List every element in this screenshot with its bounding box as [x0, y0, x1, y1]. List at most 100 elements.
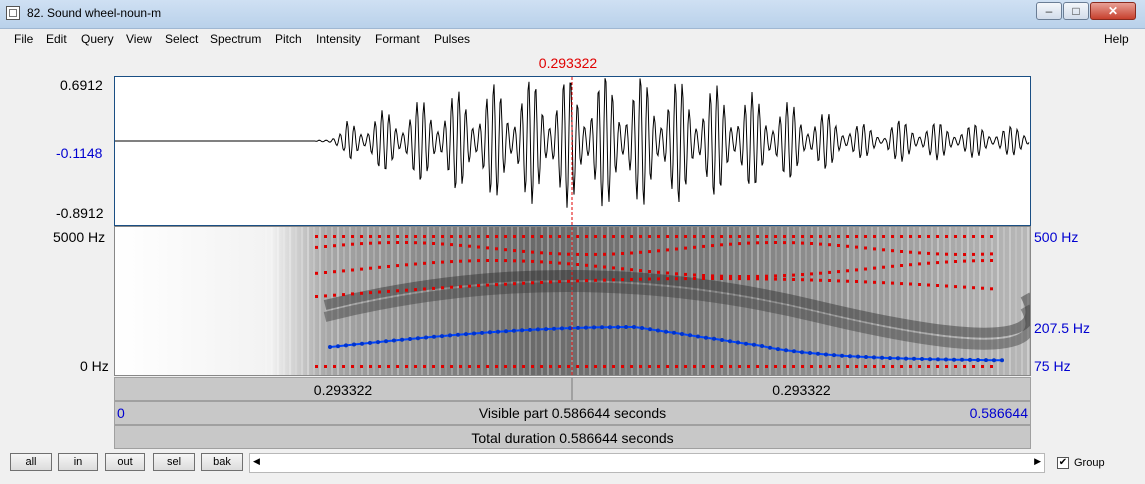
- menu-pulses[interactable]: Pulses: [434, 32, 470, 46]
- pitch-point: [768, 345, 772, 350]
- spectrogram-panel[interactable]: [114, 226, 1031, 376]
- formant-point: [351, 235, 354, 238]
- formant-point: [531, 235, 534, 238]
- formant-point: [693, 277, 696, 280]
- maximize-button[interactable]: □: [1063, 2, 1089, 20]
- pitch-point: [960, 357, 964, 362]
- formant-point: [855, 280, 858, 283]
- pitch-point: [472, 331, 476, 336]
- formant-point: [531, 365, 534, 368]
- formant-point: [666, 235, 669, 238]
- spectrogram-stripe: [553, 227, 555, 375]
- close-button[interactable]: ✕: [1090, 2, 1136, 20]
- spectrogram-stripe: [829, 227, 831, 375]
- pitch-point: [584, 325, 588, 330]
- formant-point: [405, 365, 408, 368]
- zoom-selection-button[interactable]: sel: [153, 453, 195, 471]
- formant-point: [783, 365, 786, 368]
- menu-view[interactable]: View: [126, 32, 152, 46]
- spectrogram-stripe: [577, 227, 579, 375]
- menu-query[interactable]: Query: [81, 32, 114, 46]
- menu-pitch[interactable]: Pitch: [275, 32, 302, 46]
- menu-intensity[interactable]: Intensity: [316, 32, 361, 46]
- formant-point: [747, 365, 750, 368]
- formant-point: [315, 235, 318, 238]
- formant-point: [432, 261, 435, 265]
- formant-point: [747, 241, 750, 245]
- formant-point: [783, 235, 786, 238]
- menu-help[interactable]: Help: [1104, 32, 1129, 46]
- formant-point: [441, 286, 444, 290]
- spectrogram-stripe: [853, 227, 855, 375]
- pitch-point: [832, 353, 836, 358]
- formant-point: [657, 277, 660, 281]
- formant-point: [855, 245, 858, 249]
- formant-point: [351, 242, 354, 246]
- formant-point: [900, 264, 903, 267]
- formant-point: [693, 273, 696, 277]
- minimize-button[interactable]: –: [1036, 2, 1062, 20]
- formant-point: [567, 252, 570, 256]
- formant-point: [612, 252, 615, 256]
- menu-spectrum[interactable]: Spectrum: [210, 32, 261, 46]
- zoom-out-button[interactable]: out: [105, 453, 145, 471]
- formant-point: [720, 365, 723, 368]
- formant-point: [981, 365, 984, 368]
- formant-point: [342, 243, 345, 247]
- pitch-point: [464, 332, 468, 337]
- formant-point: [315, 295, 318, 298]
- pitch-point: [488, 330, 492, 335]
- waveform-plot: [115, 77, 1030, 225]
- formant-point: [486, 283, 489, 287]
- pitch-point: [344, 343, 348, 348]
- total-duration-bar[interactable]: Total duration 0.586644 seconds: [114, 425, 1031, 449]
- formant-point: [945, 235, 948, 238]
- formant-point: [945, 252, 948, 256]
- formant-point: [927, 283, 930, 287]
- formant-point: [918, 262, 921, 266]
- selection-left-bar[interactable]: 0.293322: [114, 377, 572, 401]
- menu-edit[interactable]: Edit: [46, 32, 67, 46]
- pitch-point: [576, 325, 580, 330]
- spectrogram-stripe: [679, 227, 681, 375]
- visible-part-bar[interactable]: 0 Visible part 0.586644 seconds 0.586644: [114, 401, 1031, 425]
- formant-point: [792, 278, 795, 281]
- formant-point: [369, 365, 372, 368]
- formant-point: [936, 365, 939, 368]
- scroll-right-icon[interactable]: ▶: [1034, 456, 1041, 467]
- spectrogram-stripe: [295, 227, 297, 375]
- formant-point: [558, 261, 561, 265]
- pitch-point: [376, 340, 380, 345]
- pitch-point: [608, 325, 612, 330]
- formant-point: [630, 251, 633, 255]
- formant-point: [594, 264, 597, 268]
- formant-point: [612, 365, 615, 368]
- horizontal-scrollbar[interactable]: ◀ ▶: [249, 453, 1045, 473]
- formant-point: [432, 365, 435, 368]
- waveform-panel[interactable]: [114, 76, 1031, 226]
- zoom-back-button[interactable]: bak: [201, 453, 243, 471]
- spectrogram-stripe: [595, 227, 597, 375]
- spectrogram-stripe: [961, 227, 963, 375]
- zoom-in-button[interactable]: in: [58, 453, 98, 471]
- zoom-all-button[interactable]: all: [10, 453, 52, 471]
- formant-point: [549, 365, 552, 368]
- formant-point: [639, 365, 642, 368]
- menu-select[interactable]: Select: [165, 32, 198, 46]
- pitch-point: [352, 342, 356, 347]
- formant-point: [972, 365, 975, 368]
- formant-point: [729, 277, 732, 281]
- menu-formant[interactable]: Formant: [375, 32, 420, 46]
- spectrogram-stripe: [589, 227, 591, 375]
- spectrogram-stripe: [649, 227, 651, 375]
- window-title: 82. Sound wheel-noun-m: [27, 6, 162, 20]
- spectrogram-stripe: [493, 227, 495, 375]
- group-checkbox[interactable]: ✔: [1057, 457, 1069, 469]
- scroll-left-icon[interactable]: ◀: [253, 456, 260, 467]
- pitch-point: [992, 358, 996, 363]
- formant-point: [774, 274, 777, 278]
- selection-right-bar[interactable]: 0.293322: [572, 377, 1031, 401]
- formant-point: [873, 235, 876, 238]
- menu-file[interactable]: File: [14, 32, 33, 46]
- close-icon: ✕: [1107, 4, 1119, 18]
